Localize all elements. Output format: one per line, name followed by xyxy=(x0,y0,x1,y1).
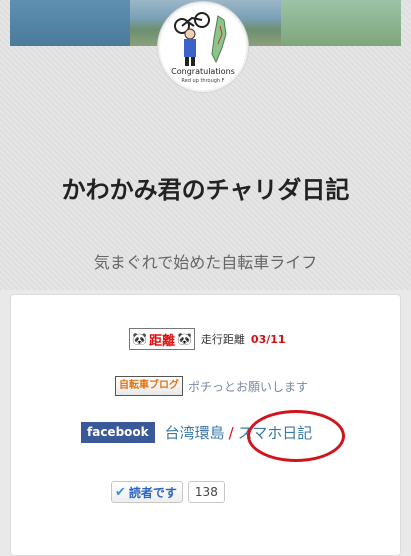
reader-widget: ✔ 読者です 138 xyxy=(111,481,225,503)
subscribe-label: 読者です xyxy=(128,485,177,500)
banner-photo-right xyxy=(281,0,401,46)
distance-widget: 🐼 距離 🐼 走行距離 03/11 xyxy=(129,328,286,350)
distance-badge-text: 距離 xyxy=(148,333,175,349)
avatar-caption: Congratulations xyxy=(171,67,235,76)
facebook-button[interactable]: facebook xyxy=(81,422,155,443)
distance-label: 走行距離 xyxy=(200,333,245,346)
blog-avatar[interactable]: Congratulations Red up through F xyxy=(158,2,248,92)
banner-photo-left xyxy=(10,0,130,46)
blog-ranking-widget: 自転車ブログ ポチっとお願いします xyxy=(115,376,308,396)
distance-badge[interactable]: 🐼 距離 🐼 xyxy=(129,328,195,350)
panda-icon: 🐼 xyxy=(132,332,147,346)
avatar-illustration: Congratulations Red up through F xyxy=(162,12,244,84)
taiwan-loop-link[interactable]: 台湾環島 xyxy=(165,422,225,443)
subscribe-button[interactable]: ✔ 読者です xyxy=(111,481,183,503)
vote-text: ポチっとお願いします xyxy=(188,379,309,394)
blog-description: 気まぐれで始めた自転車ライフ xyxy=(93,253,318,272)
highlight-circle xyxy=(247,410,345,462)
sidebar-widget-card: 🐼 距離 🐼 走行距離 03/11 自転車ブログ ポチっとお願いします face… xyxy=(10,294,401,556)
avatar-subcaption: Red up through F xyxy=(181,78,224,84)
blog-ranking-badge[interactable]: 自転車ブログ xyxy=(115,376,183,396)
blog-title[interactable]: かわかみ君のチャリダ日記 xyxy=(40,172,371,208)
blog-header: Congratulations Red up through F かわかみ君のチ… xyxy=(0,0,411,290)
subscriber-count: 138 xyxy=(187,481,225,503)
check-icon: ✔ xyxy=(115,484,126,500)
blog-ranking-badge-text: 自転車ブログ xyxy=(119,380,179,391)
link-separator: / xyxy=(228,423,234,442)
distance-value: 03/11 xyxy=(250,332,286,346)
panda-icon: 🐼 xyxy=(176,332,192,346)
